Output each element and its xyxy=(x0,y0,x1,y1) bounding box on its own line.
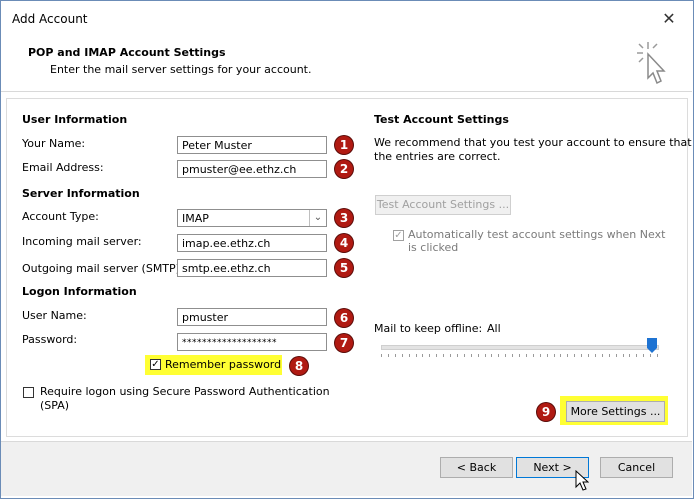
outgoing-server-field[interactable]: smtp.ee.ethz.ch xyxy=(177,259,327,277)
window-title: Add Account xyxy=(12,12,88,26)
slider-tick xyxy=(560,354,562,357)
slider-tick xyxy=(636,354,638,357)
slider-tick xyxy=(615,354,617,357)
callout-badge-1: 1 xyxy=(335,136,353,154)
spa-label-line-2: (SPA) xyxy=(40,399,70,412)
mouse-pointer-icon xyxy=(575,470,589,491)
offline-slider-ticks xyxy=(381,354,658,358)
slider-tick xyxy=(484,354,486,357)
spa-label-line-1: Require logon using Secure Password Auth… xyxy=(40,385,330,398)
slider-tick xyxy=(574,354,576,357)
account-type-select[interactable]: IMAP xyxy=(177,209,327,227)
callout-badge-7: 7 xyxy=(335,334,353,352)
incoming-server-field[interactable]: imap.ee.ethz.ch xyxy=(177,234,327,252)
slider-tick xyxy=(422,354,424,357)
offline-slider-track[interactable] xyxy=(381,345,659,350)
auto-test-checkbox[interactable]: ✓ xyxy=(393,230,404,241)
slider-tick xyxy=(456,354,458,357)
slider-tick xyxy=(588,354,589,357)
user-info-heading: User Information xyxy=(22,113,128,126)
slider-tick xyxy=(450,354,451,357)
title-bar xyxy=(1,1,693,39)
callout-badge-5: 5 xyxy=(335,259,353,277)
chevron-down-icon[interactable]: ⌄ xyxy=(309,210,326,226)
slider-tick xyxy=(650,354,652,357)
slider-tick xyxy=(394,354,396,357)
email-address-field[interactable]: pmuster@ee.ethz.ch xyxy=(177,160,327,178)
logon-info-heading: Logon Information xyxy=(22,285,137,298)
incoming-server-label: Incoming mail server: xyxy=(22,235,142,248)
offline-value: All xyxy=(487,322,501,335)
your-name-label: Your Name: xyxy=(22,137,86,150)
password-field[interactable]: ******************* xyxy=(177,333,327,351)
more-settings-button[interactable]: More Settings ... xyxy=(566,401,665,422)
callout-badge-2: 2 xyxy=(335,160,353,178)
slider-tick xyxy=(519,354,520,357)
test-description-line-1: We recommend that you test your account … xyxy=(374,136,692,149)
user-name-label: User Name: xyxy=(22,309,87,322)
offline-slider-thumb[interactable] xyxy=(647,338,657,353)
test-settings-heading: Test Account Settings xyxy=(374,113,509,126)
slider-tick xyxy=(381,354,382,357)
account-type-value: IMAP xyxy=(182,212,209,225)
slider-tick xyxy=(491,354,493,357)
more-settings-label: More Settings ... xyxy=(570,405,661,418)
back-button[interactable]: < Back xyxy=(440,457,513,478)
your-name-field[interactable]: Peter Muster xyxy=(177,136,327,154)
slider-tick xyxy=(505,354,507,357)
page-subtitle: Enter the mail server settings for your … xyxy=(50,63,312,76)
slider-tick xyxy=(443,354,445,357)
test-description-line-2: the entries are correct. xyxy=(374,150,501,163)
user-name-field[interactable]: pmuster xyxy=(177,308,327,326)
slider-tick xyxy=(546,354,548,357)
slider-tick xyxy=(601,354,603,357)
slider-tick xyxy=(608,354,610,357)
slider-thumb-icon xyxy=(647,338,657,353)
page-title: POP and IMAP Account Settings xyxy=(28,46,226,59)
cancel-button[interactable]: Cancel xyxy=(600,457,673,478)
slider-tick xyxy=(498,354,500,357)
email-address-label: Email Address: xyxy=(22,161,104,174)
slider-tick xyxy=(567,354,569,357)
remember-password-label: Remember password xyxy=(165,358,282,371)
callout-badge-4: 4 xyxy=(335,234,353,252)
slider-tick xyxy=(512,354,514,357)
callout-badge-6: 6 xyxy=(335,309,353,327)
pointer-cursor-icon xyxy=(637,42,666,85)
callout-badge-3: 3 xyxy=(335,209,353,227)
outgoing-server-label: Outgoing mail server (SMTP): xyxy=(22,262,184,275)
password-label: Password: xyxy=(22,333,78,346)
header-divider xyxy=(1,91,692,92)
slider-tick xyxy=(643,354,645,357)
slider-tick xyxy=(657,354,658,357)
slider-tick xyxy=(415,354,417,357)
slider-tick xyxy=(463,354,465,357)
slider-tick xyxy=(429,354,431,357)
auto-test-label-line-1: Automatically test account settings when… xyxy=(408,228,666,241)
spa-checkbox[interactable] xyxy=(23,387,34,398)
slider-tick xyxy=(622,354,624,357)
account-type-label-text: Account Type: xyxy=(22,210,99,223)
slider-tick xyxy=(470,354,472,357)
remember-password-checkbox[interactable]: ✓ xyxy=(150,359,161,370)
callout-badge-8: 8 xyxy=(290,357,308,375)
slider-tick xyxy=(553,354,555,357)
slider-tick xyxy=(387,354,389,357)
slider-tick xyxy=(539,354,541,357)
slider-tick xyxy=(436,354,438,357)
test-account-settings-button[interactable]: Test Account Settings ... xyxy=(375,195,511,215)
close-icon[interactable]: ✕ xyxy=(656,7,682,33)
auto-test-label-line-2: is clicked xyxy=(408,241,459,254)
callout-badge-9: 9 xyxy=(537,403,555,421)
slider-tick xyxy=(525,354,527,357)
slider-tick xyxy=(401,354,403,357)
slider-tick xyxy=(629,354,631,357)
slider-tick xyxy=(581,354,583,357)
server-info-heading: Server Information xyxy=(22,187,140,200)
slider-tick xyxy=(477,354,479,357)
slider-tick xyxy=(532,354,534,357)
slider-tick xyxy=(408,354,410,357)
offline-label: Mail to keep offline: xyxy=(374,322,483,335)
slider-tick xyxy=(594,354,596,357)
